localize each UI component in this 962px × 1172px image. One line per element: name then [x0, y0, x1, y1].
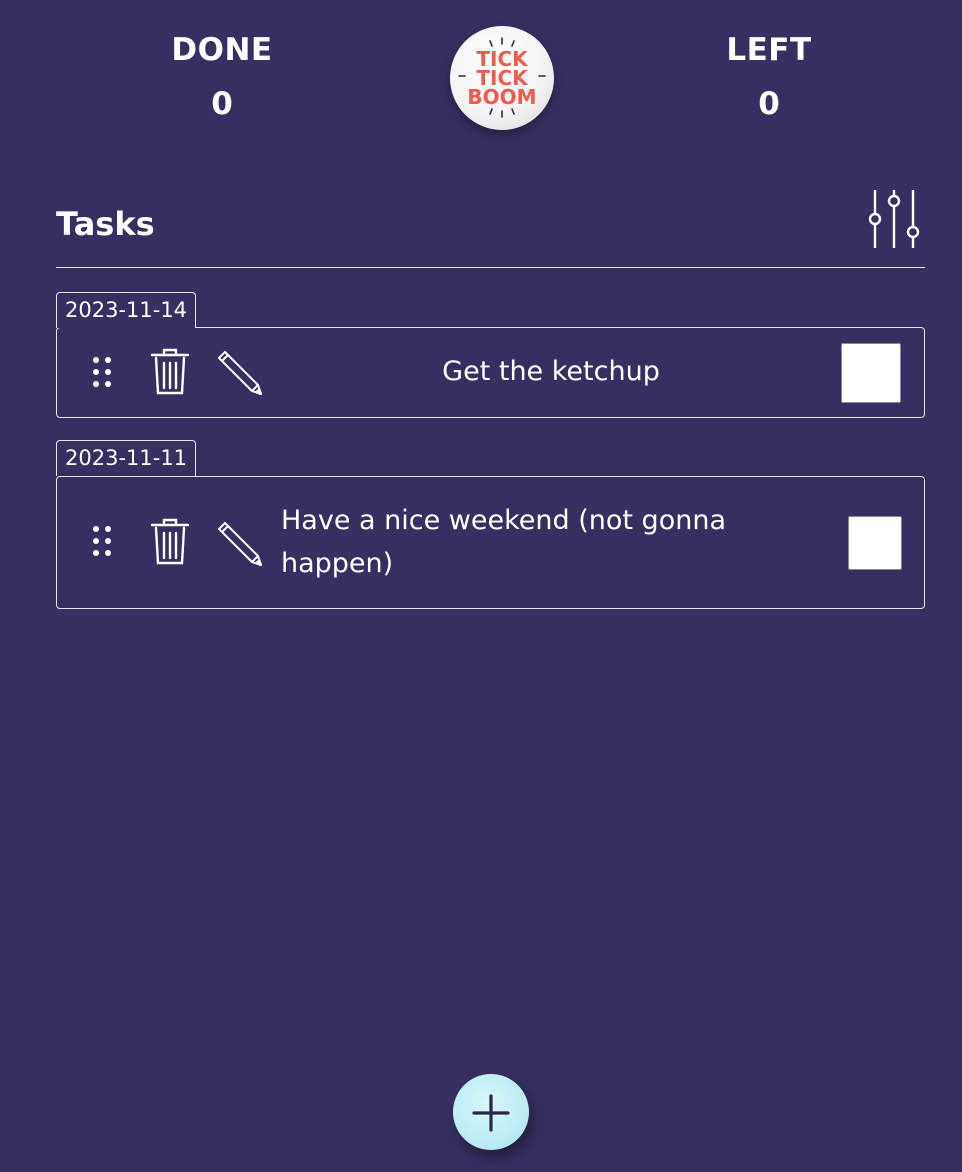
done-count: 0	[211, 86, 233, 122]
done-label: DONE	[171, 32, 273, 68]
task-text[interactable]: Get the ketchup	[287, 350, 815, 393]
logo-line-3: BOOM	[467, 85, 536, 109]
task-text[interactable]: Have a nice weekend (not gonna happen)	[281, 499, 821, 585]
task-item: Get the ketchup	[56, 327, 925, 418]
tasks-header: Tasks	[56, 190, 925, 268]
done-counter: DONE 0	[122, 30, 322, 124]
date-label: 2023-11-14	[56, 292, 197, 328]
drag-dots-icon[interactable]	[91, 524, 113, 560]
trash-icon[interactable]	[150, 348, 190, 396]
task-checkbox[interactable]	[841, 343, 901, 403]
date-label: 2023-11-11	[56, 440, 197, 476]
left-counter: LEFT 0	[669, 30, 869, 124]
task-checkbox[interactable]	[848, 516, 902, 570]
trash-icon[interactable]	[150, 518, 190, 566]
app-logo: TICK TICK BOOM	[450, 26, 554, 130]
logo-graphic: TICK TICK BOOM	[458, 37, 546, 118]
sliders-icon[interactable]	[865, 190, 925, 252]
left-label: LEFT	[726, 32, 812, 68]
header: DONE 0 TICK TICK BOOM LEFT 0	[0, 0, 962, 140]
add-task-button[interactable]	[453, 1074, 529, 1150]
pencil-icon[interactable]	[213, 346, 265, 398]
task-item: Have a nice weekend (not gonna happen)	[56, 476, 925, 609]
plus-icon	[472, 1094, 510, 1132]
pencil-icon[interactable]	[213, 517, 265, 569]
drag-dots-icon[interactable]	[91, 355, 113, 391]
tasks-title: Tasks	[56, 205, 155, 243]
left-count: 0	[758, 86, 780, 122]
